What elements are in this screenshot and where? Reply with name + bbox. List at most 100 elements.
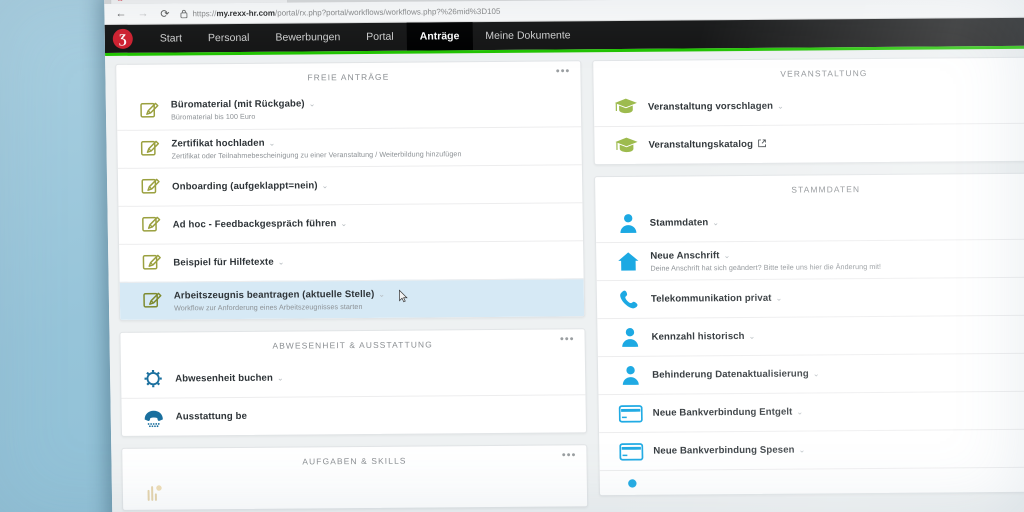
list-item-bueromaterial[interactable]: Büromaterial (mit Rückgabe)⌄ Büromateria…	[117, 88, 582, 130]
list-item-partial-bottom[interactable]	[600, 466, 1024, 495]
list-item-content: Ausstattung be	[176, 408, 574, 422]
card-header: VERANSTALTUNG	[593, 58, 1024, 89]
list-item-content	[177, 489, 575, 492]
list-item-kennzahl-historisch[interactable]: Kennzahl historisch ⌄	[597, 315, 1024, 357]
list-item-arbeitszeugnis-beantragen[interactable]: Arbeitszeugnis beantragen (aktuelle Stel…	[120, 278, 585, 320]
card-header: FREIE ANTRÄGE •••	[116, 61, 580, 92]
phone-icon	[607, 289, 651, 310]
gear-icon	[131, 367, 175, 389]
card-aufgaben-skills: AUFGABEN & SKILLS •••	[121, 444, 588, 511]
title-text: Kennzahl historisch	[651, 331, 744, 343]
chevron-down-icon[interactable]: ⌄	[322, 181, 329, 190]
card-menu-icon[interactable]: •••	[562, 451, 577, 460]
chevron-down-icon[interactable]: ⌄	[798, 445, 805, 454]
chevron-down-icon[interactable]: ⌄	[813, 369, 820, 378]
title-text: Büromaterial (mit Rückgabe)	[171, 98, 305, 110]
title-text: Veranstaltung vorschlagen	[648, 100, 773, 112]
list-item-title: Veranstaltung vorschlagen ⌄	[648, 98, 1024, 112]
list-item-title: Ad hoc - Feedbackgespräch führen⌄	[173, 216, 571, 230]
pencil-square-icon	[127, 100, 171, 121]
reload-icon[interactable]: ⟳	[158, 7, 171, 20]
chevron-down-icon[interactable]: ⌄	[777, 101, 784, 110]
credit-card-icon	[609, 404, 653, 422]
chevron-down-icon[interactable]: ⌄	[712, 218, 719, 227]
list-item-neue-bankverbindung-entgelt[interactable]: Neue Bankverbindung Entgelt⌄	[598, 390, 1024, 432]
nav-item-antraege[interactable]: Anträge	[406, 22, 472, 51]
title-text: Neue Anschrift	[650, 250, 719, 262]
card-abwesenheit-ausstattung: ABWESENHEIT & AUSSTATTUNG ••• Abwesenhei…	[119, 328, 587, 437]
list-item-title: Neue Bankverbindung Spesen⌄	[653, 443, 1024, 457]
pencil-square-icon	[130, 290, 174, 311]
chevron-down-icon[interactable]: ⌄	[277, 373, 284, 382]
telephone-icon	[132, 407, 176, 427]
chevron-down-icon[interactable]: ⌄	[723, 251, 730, 260]
list-item-title: Neue Bankverbindung Entgelt⌄	[653, 405, 1024, 419]
nav-item-bewerbungen[interactable]: Bewerbungen	[262, 23, 353, 52]
chevron-down-icon[interactable]: ⌄	[749, 332, 756, 341]
card-title: VERANSTALTUNG	[780, 68, 867, 79]
list-item-behinderung-datenaktualisierung[interactable]: Behinderung Datenaktualisierung⌄	[598, 353, 1024, 395]
url-path: /portal/rx.php?portal/workflows/workflow…	[275, 6, 501, 17]
chevron-down-icon[interactable]: ⌄	[340, 219, 347, 228]
list-item-veranstaltungskatalog[interactable]: Veranstaltungskatalog	[594, 123, 1024, 165]
pencil-square-icon	[127, 138, 171, 159]
external-link-icon[interactable]	[755, 140, 766, 149]
nav-item-start[interactable]: Start	[147, 24, 196, 52]
list-item-content: Abwesenheit buchen ⌄	[175, 370, 573, 384]
title-text: Beispiel für Hilfetexte	[173, 257, 274, 269]
list-item-content: Onboarding (aufgeklappt=nein)⌄	[172, 178, 570, 192]
card-menu-icon[interactable]: •••	[556, 67, 571, 76]
list-item-ausstattung[interactable]: Ausstattung be	[121, 394, 586, 436]
chevron-down-icon[interactable]: ⌄	[278, 258, 285, 267]
page-content: FREIE ANTRÄGE ••• Büromaterial (mit Rück…	[105, 45, 1024, 512]
address-bar[interactable]: https://my.rexx-hr.com/portal/rx.php?por…	[180, 2, 1024, 18]
new-tab-icon[interactable]: +	[293, 0, 298, 3]
chevron-down-icon[interactable]: ⌄	[309, 99, 316, 108]
nav-item-portal[interactable]: Portal	[353, 23, 407, 51]
list-item-subtitle: Workflow zur Anforderung eines Arbeitsze…	[174, 300, 572, 312]
forward-icon[interactable]: →	[136, 8, 149, 20]
chevron-down-icon[interactable]: ⌄	[796, 408, 803, 417]
list-item-content: Kennzahl historisch ⌄	[651, 329, 1024, 343]
list-item-title: Zertifikat hochladen ⌄	[171, 135, 569, 149]
list-item-content: Behinderung Datenaktualisierung⌄	[652, 367, 1024, 381]
list-item-content: Neue Bankverbindung Spesen⌄	[653, 443, 1024, 457]
list-item-beispiel-hilfetexte[interactable]: Beispiel für Hilfetexte ⌄	[119, 240, 584, 282]
title-text: Zertifikat hochladen	[171, 137, 264, 149]
list-item-content: Ad hoc - Feedbackgespräch führen⌄	[173, 216, 571, 230]
list-item-partial[interactable]	[123, 472, 588, 510]
list-item-stammdaten[interactable]: Stammdaten⌄	[595, 201, 1024, 243]
back-icon[interactable]: ←	[114, 8, 127, 20]
list-item-subtitle: Zertifikat oder Teilnahmebescheinigung z…	[172, 148, 570, 160]
pencil-square-icon	[128, 176, 172, 197]
chevron-down-icon[interactable]: ⌄	[775, 294, 782, 303]
card-menu-icon[interactable]: •••	[560, 335, 575, 344]
list-item-onboarding[interactable]: Onboarding (aufgeklappt=nein)⌄	[118, 164, 583, 206]
browser-window: rexx HR - Software für Human ... × + ← →…	[104, 0, 1024, 512]
skills-icon	[133, 482, 177, 502]
home-icon	[606, 251, 650, 272]
list-item-zertifikat-hochladen[interactable]: Zertifikat hochladen ⌄ Zertifikat oder Te…	[117, 126, 582, 168]
list-item-content: Neue Bankverbindung Entgelt⌄	[653, 405, 1024, 419]
list-item-veranstaltung-vorschlagen[interactable]: Veranstaltung vorschlagen ⌄	[594, 85, 1024, 127]
chevron-down-icon[interactable]: ⌄	[269, 138, 276, 147]
card-header: STAMMDATEN	[595, 174, 1024, 205]
chevron-down-icon[interactable]: ⌄	[378, 289, 385, 298]
left-column: FREIE ANTRÄGE ••• Büromaterial (mit Rück…	[115, 60, 589, 512]
list-item-content: Zertifikat hochladen ⌄ Zertifikat oder Te…	[171, 135, 569, 160]
list-item-neue-anschrift[interactable]: Neue Anschrift ⌄ Deine Anschrift hat sich…	[596, 239, 1024, 281]
title-text: Abwesenheit buchen	[175, 372, 273, 384]
user-icon	[607, 327, 651, 348]
list-item-title: Neue Anschrift ⌄	[650, 247, 1024, 261]
list-item-neue-bankverbindung-spesen[interactable]: Neue Bankverbindung Spesen⌄	[599, 428, 1024, 470]
list-item-telekommunikation-privat[interactable]: Telekommunikation privat⌄	[597, 277, 1024, 319]
rexx-logo-icon[interactable]: Ʒ	[113, 29, 133, 49]
card-header: AUFGABEN & SKILLS •••	[122, 445, 586, 476]
list-item-content: Telekommunikation privat⌄	[651, 291, 1024, 305]
list-item-ad-hoc-feedbackgespraech[interactable]: Ad hoc - Feedbackgespräch führen⌄	[118, 202, 583, 244]
nav-item-meine-dokumente[interactable]: Meine Dokumente	[472, 21, 584, 50]
nav-item-personal[interactable]: Personal	[195, 24, 263, 53]
list-item-subtitle: Deine Anschrift hat sich geändert? Bitte…	[650, 260, 1024, 272]
card-stammdaten: STAMMDATEN Stammdaten⌄ Neue Anschri	[594, 173, 1024, 497]
list-item-abwesenheit-buchen[interactable]: Abwesenheit buchen ⌄	[121, 356, 586, 398]
